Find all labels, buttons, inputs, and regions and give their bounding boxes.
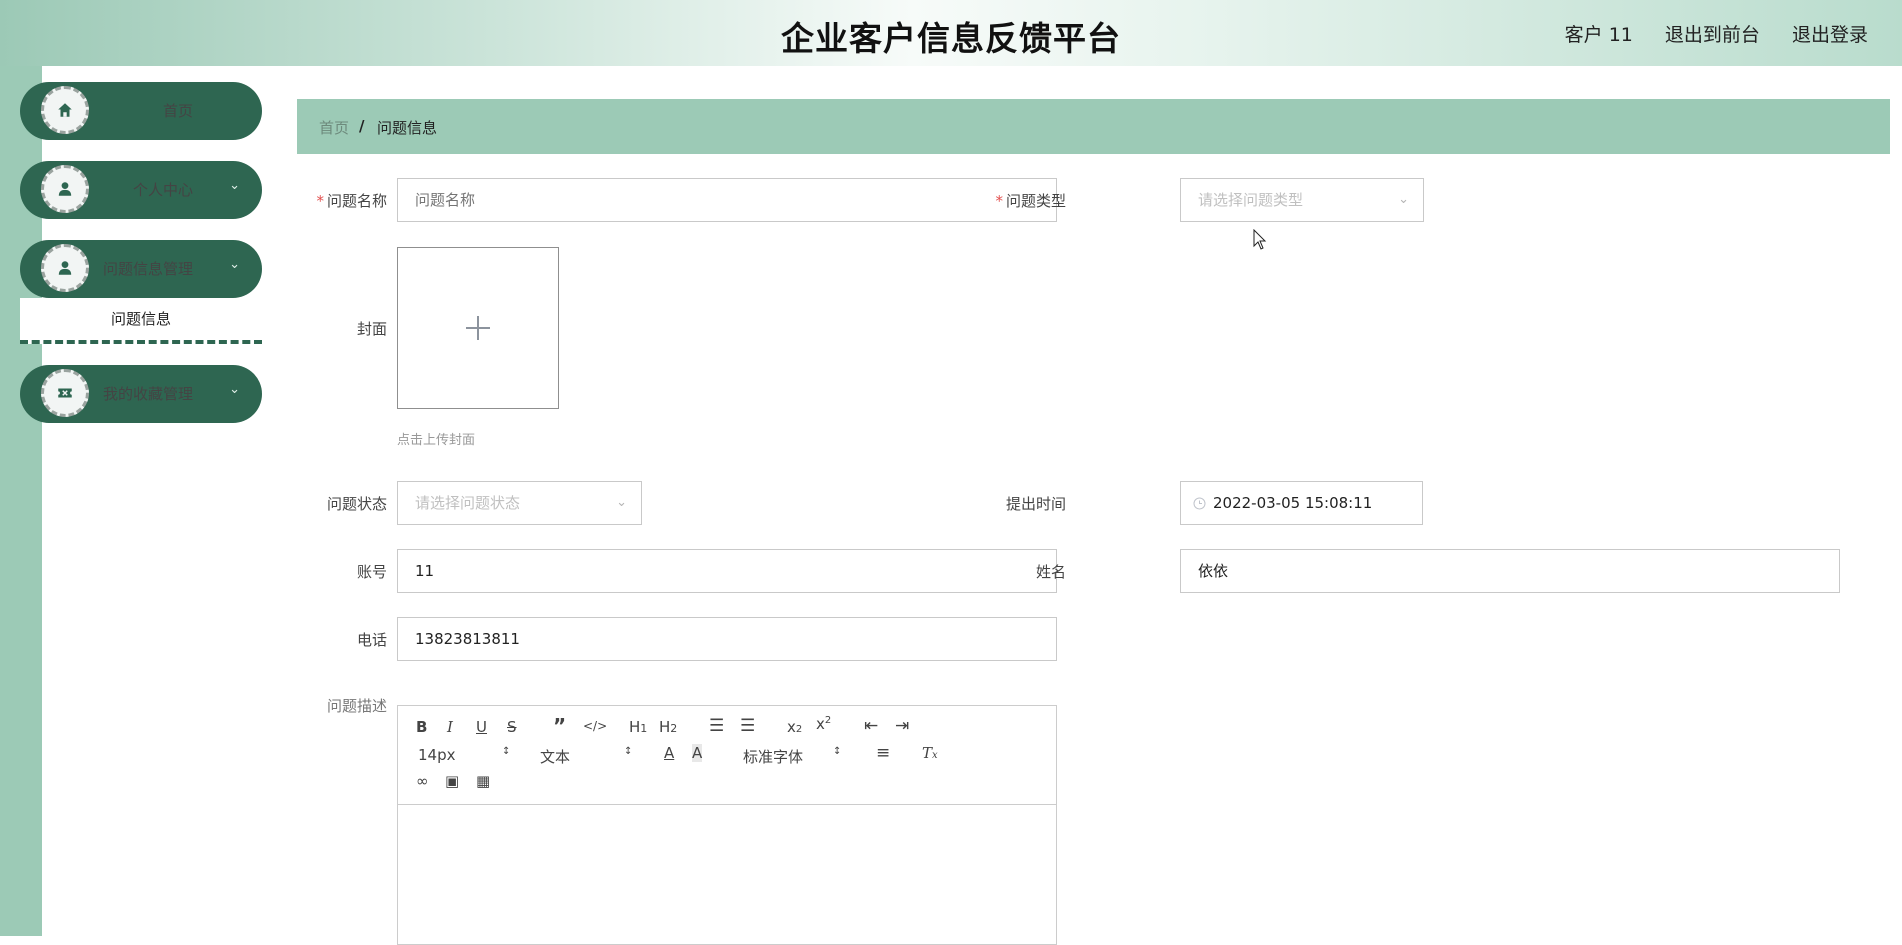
sidebar-item-label: 问题信息管理 <box>103 260 194 278</box>
sidebar-item-label: 个人中心 <box>132 181 193 199</box>
link-icon[interactable]: ∞ <box>416 772 429 790</box>
sidebar-item-favorites-management[interactable]: 我的收藏管理 ⌄ <box>20 365 262 423</box>
question-type-select[interactable]: 请选择问题类型 ⌄ <box>1180 178 1424 222</box>
mouse-cursor-icon <box>1253 229 1267 250</box>
realname-input[interactable]: 依依 <box>1180 549 1840 593</box>
required-mark: * <box>995 192 1003 210</box>
font-size-arrows-icon: ↕ <box>502 746 511 757</box>
paragraph-arrows-icon: ↕ <box>624 746 633 757</box>
clock-icon <box>1193 497 1206 510</box>
top-header: 企业客户信息反馈平台 客户 11 退出到前台 退出登录 <box>0 0 1902 66</box>
indent-icon[interactable]: ⇥ <box>895 716 909 736</box>
chevron-down-icon: ⌄ <box>616 495 627 510</box>
question-type-label-text: 问题类型 <box>1005 192 1066 210</box>
sidebar-item-question-management[interactable]: 问题信息管理 ⌄ <box>20 240 262 298</box>
cover-upload-tip: 点击上传封面 <box>397 433 476 448</box>
sidebar-item-personal-center[interactable]: 个人中心 ⌄ <box>20 161 262 219</box>
submit-time-value: 2022-03-05 15:08:11 <box>1213 494 1373 512</box>
subscript-icon[interactable]: x2 <box>787 718 802 736</box>
required-mark: * <box>316 192 324 210</box>
question-type-label: * 问题类型 <box>990 190 1066 211</box>
cover-upload-button[interactable] <box>397 247 559 409</box>
header-links: 客户 11 退出到前台 退出登录 <box>1539 20 1868 47</box>
rich-text-editor: B I U S ” </> H1 H2 ☰ ☰ x2 x2 ⇤ ⇥ 14px ↕… <box>397 705 1057 945</box>
ordered-list-icon[interactable]: ☰ <box>709 716 724 736</box>
chevron-down-icon: ⌄ <box>1398 192 1409 207</box>
breadcrumb-separator: / <box>359 117 365 135</box>
logout-link[interactable]: 退出登录 <box>1792 24 1868 46</box>
video-icon[interactable]: ▦ <box>476 772 490 790</box>
blockquote-icon[interactable]: ” <box>553 714 566 738</box>
font-size-select[interactable]: 14px <box>418 746 456 764</box>
background-color-icon[interactable]: A <box>692 744 703 762</box>
cover-label: 封面 <box>356 320 387 338</box>
question-name-input[interactable] <box>397 178 1057 222</box>
chevron-down-icon: ⌄ <box>229 178 240 193</box>
question-name-label-text: 问题名称 <box>326 192 387 210</box>
account-input[interactable]: 11 <box>397 549 1057 593</box>
editor-content-area[interactable] <box>398 805 1056 945</box>
main-content: 首页 / 问题信息 *问题名称 *问题类型 请选择问题类型 ⌄ 封面 点击上传封… <box>297 99 1890 945</box>
back-to-front-link[interactable]: 退出到前台 <box>1665 24 1760 46</box>
question-name-label: * 问题名称 <box>297 190 387 211</box>
question-type-placeholder: 请选择问题类型 <box>1198 191 1304 209</box>
clear-format-icon[interactable]: Tx <box>922 744 938 762</box>
font-color-icon[interactable]: A <box>664 744 674 762</box>
ticket-icon <box>41 369 89 417</box>
align-icon[interactable]: ≡ <box>876 743 890 763</box>
code-block-icon[interactable]: </> <box>583 719 607 733</box>
phone-input[interactable]: 13823813811 <box>397 617 1057 661</box>
user-name-link[interactable]: 客户 11 <box>1565 24 1633 46</box>
breadcrumb-home-link[interactable]: 首页 <box>319 117 349 138</box>
plus-icon <box>466 316 490 340</box>
phone-label: 电话 <box>356 631 387 649</box>
strike-icon[interactable]: S <box>507 718 517 736</box>
editor-toolbar: B I U S ” </> H1 H2 ☰ ☰ x2 x2 ⇤ ⇥ 14px ↕… <box>398 706 1056 805</box>
home-icon <box>41 86 89 134</box>
question-status-placeholder: 请选择问题状态 <box>415 494 521 512</box>
underline-icon[interactable]: U <box>476 718 487 736</box>
user-icon <box>41 165 89 213</box>
font-size-value: 14px <box>418 746 456 764</box>
breadcrumb-current: 问题信息 <box>377 119 438 137</box>
question-status-select[interactable]: 请选择问题状态 ⌄ <box>397 481 642 525</box>
paragraph-value: 文本 <box>540 748 571 766</box>
paragraph-select[interactable]: 文本 <box>540 746 570 767</box>
user-icon <box>41 244 89 292</box>
superscript-icon[interactable]: x2 <box>816 715 831 733</box>
font-family-arrows-icon: ↕ <box>833 746 842 757</box>
font-family-select[interactable]: 标准字体 <box>743 746 803 767</box>
sidebar-item-home[interactable]: 首页 <box>20 82 262 140</box>
description-label: 问题描述 <box>326 697 387 715</box>
bullet-list-icon[interactable]: ☰ <box>740 716 755 736</box>
sidebar: 首页 个人中心 ⌄ 问题信息管理 ⌄ 问题信息 我的收藏管理 ⌄ <box>20 82 262 444</box>
bold-icon[interactable]: B <box>416 718 427 736</box>
image-icon[interactable]: ▣ <box>445 772 459 790</box>
submit-time-picker[interactable]: 2022-03-05 15:08:11 <box>1180 481 1423 525</box>
chevron-down-icon: ⌄ <box>229 382 240 397</box>
sidebar-item-label: 首页 <box>162 102 193 120</box>
heading-2-icon[interactable]: H2 <box>659 718 677 736</box>
chevron-down-icon: ⌄ <box>229 257 240 272</box>
submit-time-label: 提出时间 <box>1005 495 1066 513</box>
font-family-value: 标准字体 <box>743 748 804 766</box>
italic-icon[interactable]: I <box>447 718 453 736</box>
submenu-item-question-info[interactable]: 问题信息 <box>20 298 262 344</box>
breadcrumb: 首页 / 问题信息 <box>297 99 1890 154</box>
question-status-label: 问题状态 <box>326 495 387 513</box>
sidebar-item-label: 我的收藏管理 <box>103 385 194 403</box>
account-label: 账号 <box>356 563 387 581</box>
realname-label: 姓名 <box>1035 563 1066 581</box>
outdent-icon[interactable]: ⇤ <box>864 716 878 736</box>
heading-1-icon[interactable]: H1 <box>629 718 647 736</box>
